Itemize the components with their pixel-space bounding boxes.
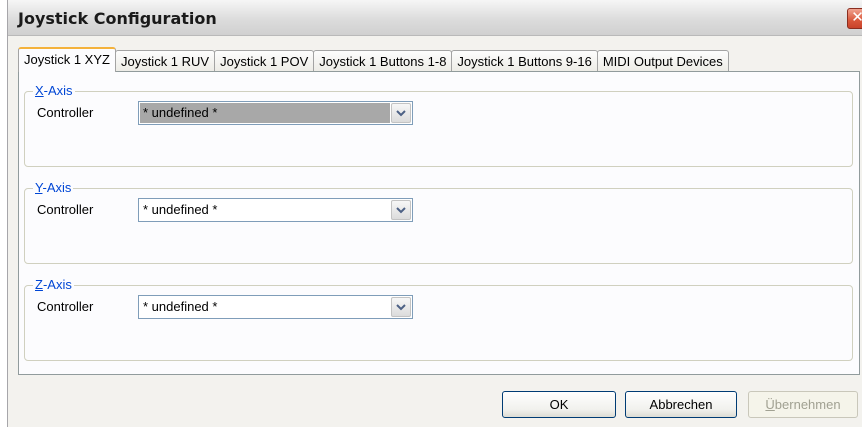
cancel-button[interactable]: Abbrechen [625, 391, 737, 418]
z-axis-controller-label: Controller [37, 299, 94, 314]
tab-joystick-1-xyz[interactable]: Joystick 1 XYZ [18, 47, 116, 72]
tab-joystick-1-buttons-1-8[interactable]: Joystick 1 Buttons 1-8 [313, 50, 453, 72]
z-axis-controller-value: * undefined * [143, 299, 218, 314]
tab-joystick-1-buttons-9-16[interactable]: Joystick 1 Buttons 9-16 [451, 50, 598, 72]
ok-button[interactable]: OK [502, 391, 616, 418]
tab-midi-output-devices[interactable]: MIDI Output Devices [596, 50, 729, 72]
apply-button[interactable]: Übernehmen [748, 391, 858, 418]
tab-panel-xyz: X-Axis Controller * undefined * Y-Axis C… [18, 71, 860, 375]
z-axis-controller-select[interactable]: * undefined * [138, 295, 413, 319]
y-axis-controller-select[interactable]: * undefined * [138, 198, 413, 222]
tab-joystick-1-pov[interactable]: Joystick 1 POV [214, 50, 315, 72]
y-axis-dropdown-button[interactable] [391, 200, 411, 220]
x-axis-group: X-Axis Controller * undefined * [24, 83, 853, 167]
window-title: Joystick Configuration [18, 9, 217, 28]
tab-strip: Joystick 1 XYZ Joystick 1 RUV Joystick 1… [18, 47, 729, 72]
tab-joystick-1-ruv[interactable]: Joystick 1 RUV [114, 50, 216, 72]
chevron-down-icon [396, 207, 406, 214]
close-icon: ✕ [851, 9, 862, 26]
x-axis-dropdown-button[interactable] [391, 103, 411, 123]
x-axis-controller-value: * undefined * [140, 103, 390, 123]
chevron-down-icon [396, 110, 406, 117]
dialog-content: Joystick 1 XYZ Joystick 1 RUV Joystick 1… [8, 36, 862, 427]
close-button[interactable]: ✕ [847, 8, 862, 29]
x-axis-legend: X-Axis [33, 83, 75, 99]
x-axis-controller-label: Controller [37, 105, 94, 120]
y-axis-legend: Y-Axis [33, 180, 74, 196]
z-axis-dropdown-button[interactable] [391, 297, 411, 317]
dialog-window: Joystick Configuration ✕ Joystick 1 XYZ … [7, 0, 862, 427]
chevron-down-icon [396, 304, 406, 311]
y-axis-controller-value: * undefined * [143, 202, 218, 217]
z-axis-group: Z-Axis Controller * undefined * [24, 277, 853, 361]
y-axis-controller-label: Controller [37, 202, 94, 217]
y-axis-group: Y-Axis Controller * undefined * [24, 180, 853, 264]
title-bar[interactable]: Joystick Configuration ✕ [8, 0, 862, 36]
z-axis-legend: Z-Axis [33, 277, 74, 293]
x-axis-controller-select[interactable]: * undefined * [138, 101, 413, 125]
